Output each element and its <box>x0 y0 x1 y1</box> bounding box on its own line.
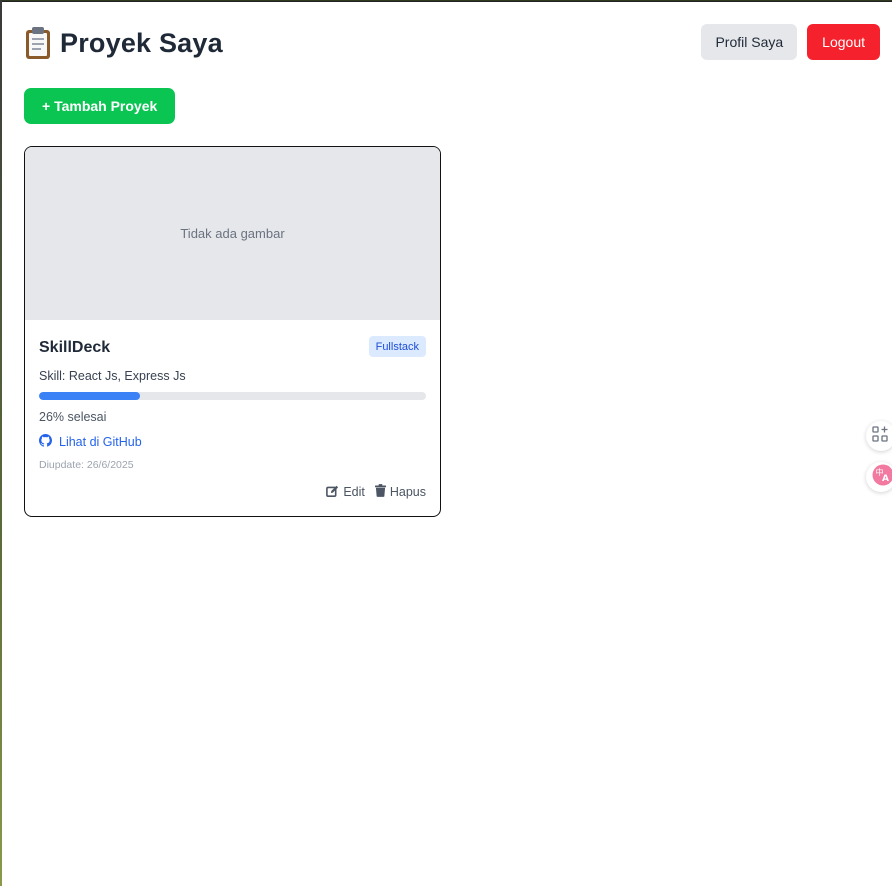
project-name: SkillDeck <box>39 339 111 356</box>
project-skills: Skill: React Js, Express Js <box>39 369 186 383</box>
progress-text: 26% selesai <box>39 410 107 424</box>
apps-plus-icon <box>872 425 888 447</box>
image-placeholder-text: Tidak ada gambar <box>180 226 285 241</box>
page-title-text: Proyek Saya <box>60 27 223 58</box>
category-badge: Fullstack <box>368 336 426 357</box>
delete-button[interactable]: Hapus <box>374 484 426 500</box>
github-link-label: Lihat di GitHub <box>59 435 142 449</box>
translate-icon: 中 A <box>872 464 892 491</box>
delete-label: Hapus <box>389 485 426 499</box>
edit-button[interactable]: Edit <box>326 484 365 500</box>
translate-button[interactable]: 中 A <box>866 462 892 492</box>
progress-bar <box>39 392 426 400</box>
page-header: Proyek Saya Profil Saya Logout <box>24 24 880 64</box>
svg-text:A: A <box>882 474 889 484</box>
updated-date: Diupdate: 26/6/2025 <box>39 459 134 471</box>
card-actions: Edit Hapus <box>326 484 426 500</box>
app-window: Proyek Saya Profil Saya Logout + Tambah … <box>2 1 892 886</box>
clipboard-icon <box>24 26 52 60</box>
project-image-placeholder: Tidak ada gambar <box>25 147 440 320</box>
trash-icon <box>374 484 386 500</box>
profile-button[interactable]: Profil Saya <box>701 24 798 60</box>
page-title: Proyek Saya <box>24 26 223 60</box>
edit-label: Edit <box>343 485 365 499</box>
header-actions: Profil Saya Logout <box>701 24 880 60</box>
add-project-button[interactable]: + Tambah Proyek <box>24 88 176 124</box>
project-card: Tidak ada gambar SkillDeck Fullstack Ski… <box>24 146 441 517</box>
apps-plus-button[interactable] <box>866 421 892 451</box>
github-icon <box>39 434 52 450</box>
logout-button[interactable]: Logout <box>807 24 880 60</box>
edit-icon <box>326 485 339 500</box>
github-link[interactable]: Lihat di GitHub <box>39 434 142 450</box>
progress-bar-fill <box>39 392 140 400</box>
